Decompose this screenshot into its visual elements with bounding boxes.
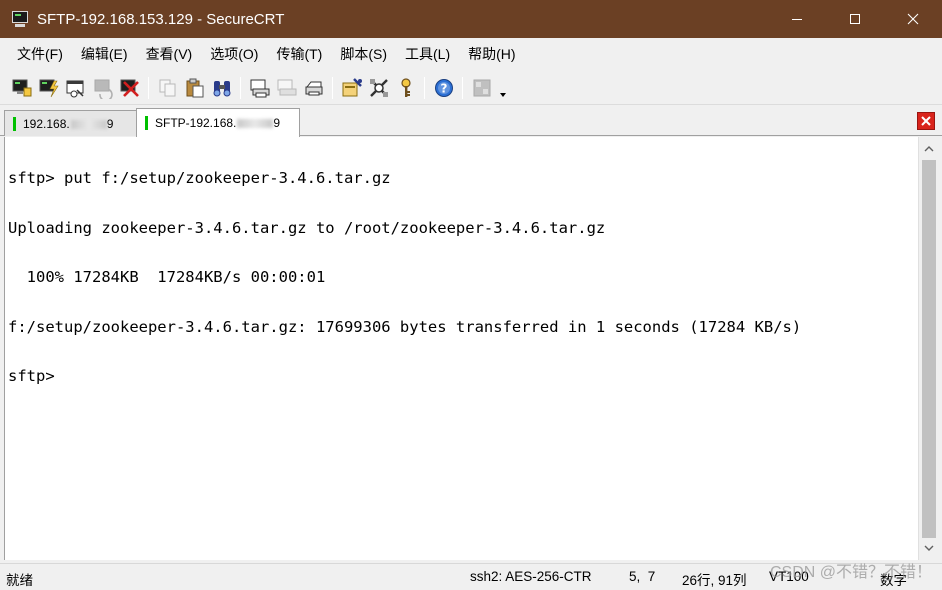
connect-in-tab-icon bbox=[66, 80, 84, 97]
session-options-icon bbox=[342, 77, 362, 96]
toolbar-separator bbox=[240, 76, 241, 99]
minimize-icon bbox=[792, 19, 802, 20]
close-button[interactable] bbox=[884, 0, 942, 38]
tab-label: 192.168. 9 bbox=[23, 116, 114, 131]
paste-icon bbox=[186, 78, 203, 97]
global-options-button[interactable] bbox=[368, 77, 390, 99]
connected-status-icon bbox=[13, 116, 16, 131]
print-selection-button[interactable] bbox=[276, 77, 298, 99]
menu-script[interactable]: 脚本(S) bbox=[331, 38, 396, 71]
menu-view[interactable]: 查看(V) bbox=[137, 38, 202, 71]
print-button[interactable] bbox=[249, 77, 271, 99]
menu-bar: 文件(F) 编辑(E) 查看(V) 选项(O) 传输(T) 脚本(S) 工具(L… bbox=[0, 38, 942, 71]
disconnect-icon bbox=[120, 79, 139, 97]
toolbar-separator bbox=[462, 76, 463, 99]
print-setup-icon bbox=[305, 81, 322, 95]
status-emulation: VT100 bbox=[769, 569, 809, 584]
redacted-text bbox=[237, 119, 274, 129]
print-selection-icon bbox=[277, 79, 296, 95]
close-icon bbox=[907, 13, 919, 25]
menu-transfer[interactable]: 传输(T) bbox=[267, 38, 331, 71]
tab-label: SFTP-192.168. 9 bbox=[155, 116, 281, 130]
tab-session-1[interactable]: 192.168. 9 bbox=[4, 110, 137, 136]
chevron-up-icon bbox=[924, 146, 934, 152]
status-terminal-size: 26行, 91列 bbox=[682, 573, 747, 588]
find-button[interactable] bbox=[211, 77, 233, 99]
toolbar-separator bbox=[424, 76, 425, 99]
quick-connect-icon bbox=[39, 79, 59, 97]
redacted-text bbox=[70, 119, 107, 129]
toolbar-overflow-chevron-icon[interactable] bbox=[499, 77, 507, 99]
help-icon: ? bbox=[434, 78, 453, 97]
toolbar-separator bbox=[332, 76, 333, 99]
vertical-scrollbar[interactable] bbox=[918, 137, 938, 560]
status-bar: 就绪 ssh2: AES-256-CTR 5, 7 26行, 91列 VT100… bbox=[0, 563, 942, 590]
maximize-button[interactable] bbox=[826, 0, 884, 38]
disconnect-button[interactable] bbox=[119, 77, 141, 99]
menu-help[interactable]: 帮助(H) bbox=[459, 38, 524, 71]
sftp-button[interactable] bbox=[471, 77, 493, 99]
global-options-icon bbox=[369, 78, 388, 97]
status-numlock: 数字 bbox=[880, 573, 907, 588]
reconnect-button[interactable] bbox=[92, 77, 114, 99]
paste-button[interactable] bbox=[184, 77, 206, 99]
scrollbar-thumb[interactable] bbox=[922, 160, 936, 538]
help-button[interactable]: ? bbox=[433, 77, 455, 99]
toolbar: ? bbox=[0, 71, 942, 105]
copy-button[interactable] bbox=[157, 77, 179, 99]
menu-edit[interactable]: 编辑(E) bbox=[72, 38, 137, 71]
print-setup-button[interactable] bbox=[303, 77, 325, 99]
securecrt-app-icon[interactable] bbox=[11, 10, 29, 28]
tab-session-sftp[interactable]: SFTP-192.168. 9 bbox=[136, 108, 300, 137]
copy-icon bbox=[159, 79, 175, 96]
connected-status-icon bbox=[145, 116, 148, 130]
terminal-line: f:/setup/zookeeper-3.4.6.tar.gz: 1769930… bbox=[8, 317, 802, 336]
title-bar[interactable]: SFTP-192.168.153.129 - SecureCRT bbox=[0, 0, 942, 38]
connect-icon bbox=[12, 79, 31, 96]
connect-button[interactable] bbox=[11, 77, 33, 99]
svg-text:?: ? bbox=[440, 81, 447, 95]
status-cipher: ssh2: AES-256-CTR bbox=[470, 569, 592, 584]
close-icon bbox=[921, 116, 931, 126]
menu-tools[interactable]: 工具(L) bbox=[396, 38, 459, 71]
terminal-prompt-line: sftp> bbox=[8, 367, 55, 385]
terminal-line: 100% 17284KB 17284KB/s 00:00:01 bbox=[8, 268, 326, 286]
scroll-down-button[interactable] bbox=[919, 538, 939, 558]
session-options-button[interactable] bbox=[341, 77, 363, 99]
keymap-icon bbox=[400, 77, 411, 97]
session-tab-bar: 192.168. 9 SFTP-192.168. 9 bbox=[0, 106, 942, 137]
minimize-button[interactable] bbox=[768, 0, 826, 38]
status-ready: 就绪 bbox=[6, 573, 33, 588]
status-cursor-position: 5, 7 bbox=[629, 569, 656, 584]
menu-file[interactable]: 文件(F) bbox=[8, 38, 72, 71]
keymap-button[interactable] bbox=[395, 77, 417, 99]
connect-in-tab-button[interactable] bbox=[65, 77, 87, 99]
toolbar-separator bbox=[148, 76, 149, 99]
terminal-line: Uploading zookeeper-3.4.6.tar.gz to /roo… bbox=[8, 218, 606, 237]
scroll-up-button[interactable] bbox=[919, 139, 939, 159]
find-icon bbox=[213, 80, 230, 96]
menu-options[interactable]: 选项(O) bbox=[201, 38, 267, 71]
print-icon bbox=[250, 79, 269, 97]
quick-connect-button[interactable] bbox=[38, 77, 60, 99]
maximize-icon bbox=[850, 14, 860, 24]
window-title: SFTP-192.168.153.129 - SecureCRT bbox=[37, 10, 285, 28]
reconnect-icon bbox=[94, 79, 113, 99]
sftp-icon bbox=[473, 79, 490, 96]
terminal-line: sftp> put f:/setup/zookeeper-3.4.6.tar.g… bbox=[8, 169, 391, 187]
terminal-area[interactable]: sftp> put f:/setup/zookeeper-3.4.6.tar.g… bbox=[4, 137, 918, 560]
chevron-down-icon bbox=[924, 545, 934, 551]
close-tab-button[interactable] bbox=[917, 112, 935, 130]
